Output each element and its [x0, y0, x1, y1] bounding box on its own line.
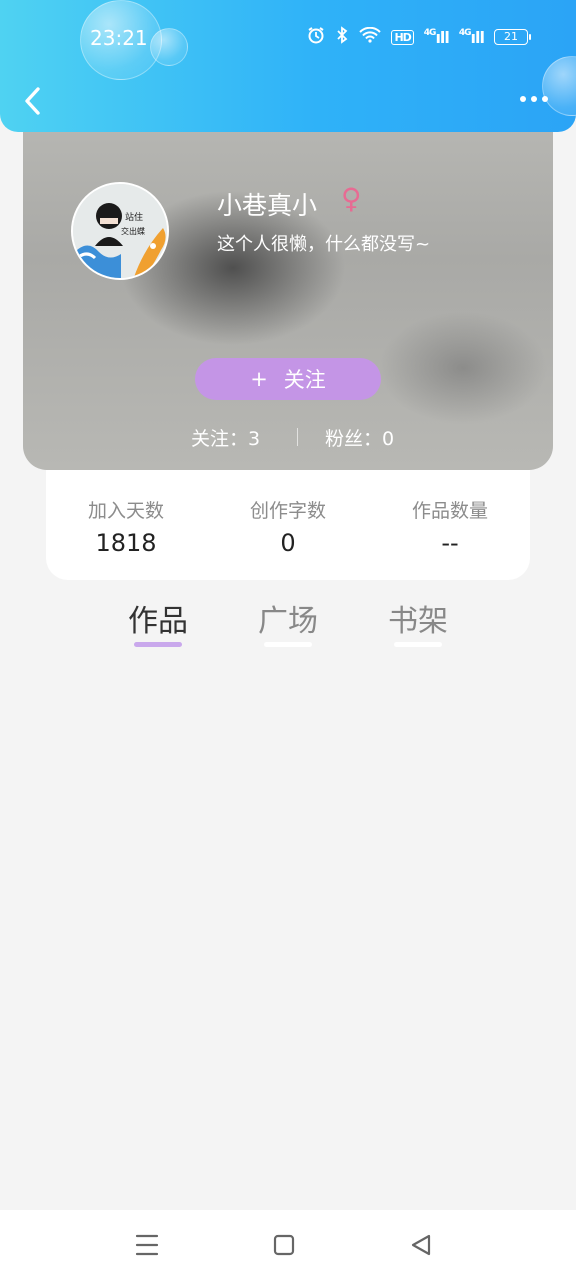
square-home-icon	[273, 1234, 295, 1256]
follow-button[interactable]: + 关注	[195, 358, 381, 400]
triangle-back-icon	[411, 1234, 431, 1256]
status-icons: HD 4Gıll 4Gıll 21	[307, 26, 531, 48]
tab-underline	[264, 642, 312, 647]
divider	[297, 428, 298, 446]
tab-square[interactable]: 广场	[258, 596, 318, 647]
tab-underline	[134, 642, 182, 647]
avatar-caption: 交出蝶	[121, 226, 145, 236]
more-dot	[542, 96, 548, 102]
menu-button[interactable]	[130, 1230, 164, 1260]
system-nav-bar	[0, 1210, 576, 1280]
more-button[interactable]	[520, 96, 548, 102]
stat-value: --	[441, 529, 459, 557]
wifi-icon	[359, 26, 382, 47]
stat-works-count: 作品数量 --	[370, 496, 530, 557]
hd-icon: HD	[391, 29, 414, 45]
stat-label: 创作字数	[249, 500, 326, 522]
menu-icon	[135, 1234, 159, 1256]
stat-value: 0	[280, 529, 296, 557]
tab-label: 作品	[128, 604, 188, 639]
tab-underline	[394, 642, 442, 647]
plus-icon: +	[250, 367, 268, 391]
fans-count[interactable]: 粉丝：0	[325, 424, 394, 451]
stats-card: 加入天数 1818 创作字数 0 作品数量 --	[46, 470, 530, 580]
status-time: 23:21	[90, 26, 148, 50]
decorative-bubble	[542, 56, 576, 116]
avatar-caption: 站住	[125, 211, 143, 223]
nav-back-button[interactable]	[404, 1230, 438, 1260]
battery-icon: 21	[494, 29, 531, 45]
home-button[interactable]	[267, 1230, 301, 1260]
avatar[interactable]: 站住 交出蝶	[71, 182, 169, 280]
stat-word-count: 创作字数 0	[208, 496, 368, 557]
tab-label: 广场	[258, 604, 318, 639]
bluetooth-icon	[335, 26, 349, 48]
alarm-icon	[307, 26, 325, 48]
user-bio: 这个人很懒，什么都没写~	[217, 234, 431, 255]
signal-icon: 4Gıll	[458, 27, 485, 47]
back-button[interactable]	[22, 86, 44, 116]
signal-label: 4G	[423, 27, 437, 38]
signal-icon: 4Gıll	[423, 27, 450, 47]
signal-label: 4G	[458, 27, 472, 38]
tab-bookshelf[interactable]: 书架	[388, 596, 448, 647]
stat-label: 作品数量	[411, 500, 488, 522]
top-header: 23:21 HD 4Gıll 4Gıll 21	[0, 0, 576, 132]
following-count[interactable]: 关注：3	[191, 424, 260, 451]
tab-works[interactable]: 作品	[128, 596, 188, 647]
stat-value: 1818	[95, 529, 157, 557]
status-bar: 23:21 HD 4Gıll 4Gıll 21	[0, 22, 576, 56]
profile-card: 站住 交出蝶 小巷真小 ♀ 这个人很懒，什么都没写~ + 关注 关注：3 粉丝：…	[23, 118, 553, 470]
stat-join-days: 加入天数 1818	[46, 496, 206, 557]
tab-label: 书架	[388, 604, 448, 639]
more-dot	[520, 96, 526, 102]
chevron-left-icon	[25, 87, 40, 115]
more-dot	[531, 96, 537, 102]
follow-button-label: 关注	[283, 368, 326, 392]
female-icon: ♀	[341, 182, 362, 215]
user-name: 小巷真小	[217, 191, 318, 220]
avatar-image: 站住 交出蝶	[73, 184, 167, 278]
stat-label: 加入天数	[87, 500, 164, 522]
